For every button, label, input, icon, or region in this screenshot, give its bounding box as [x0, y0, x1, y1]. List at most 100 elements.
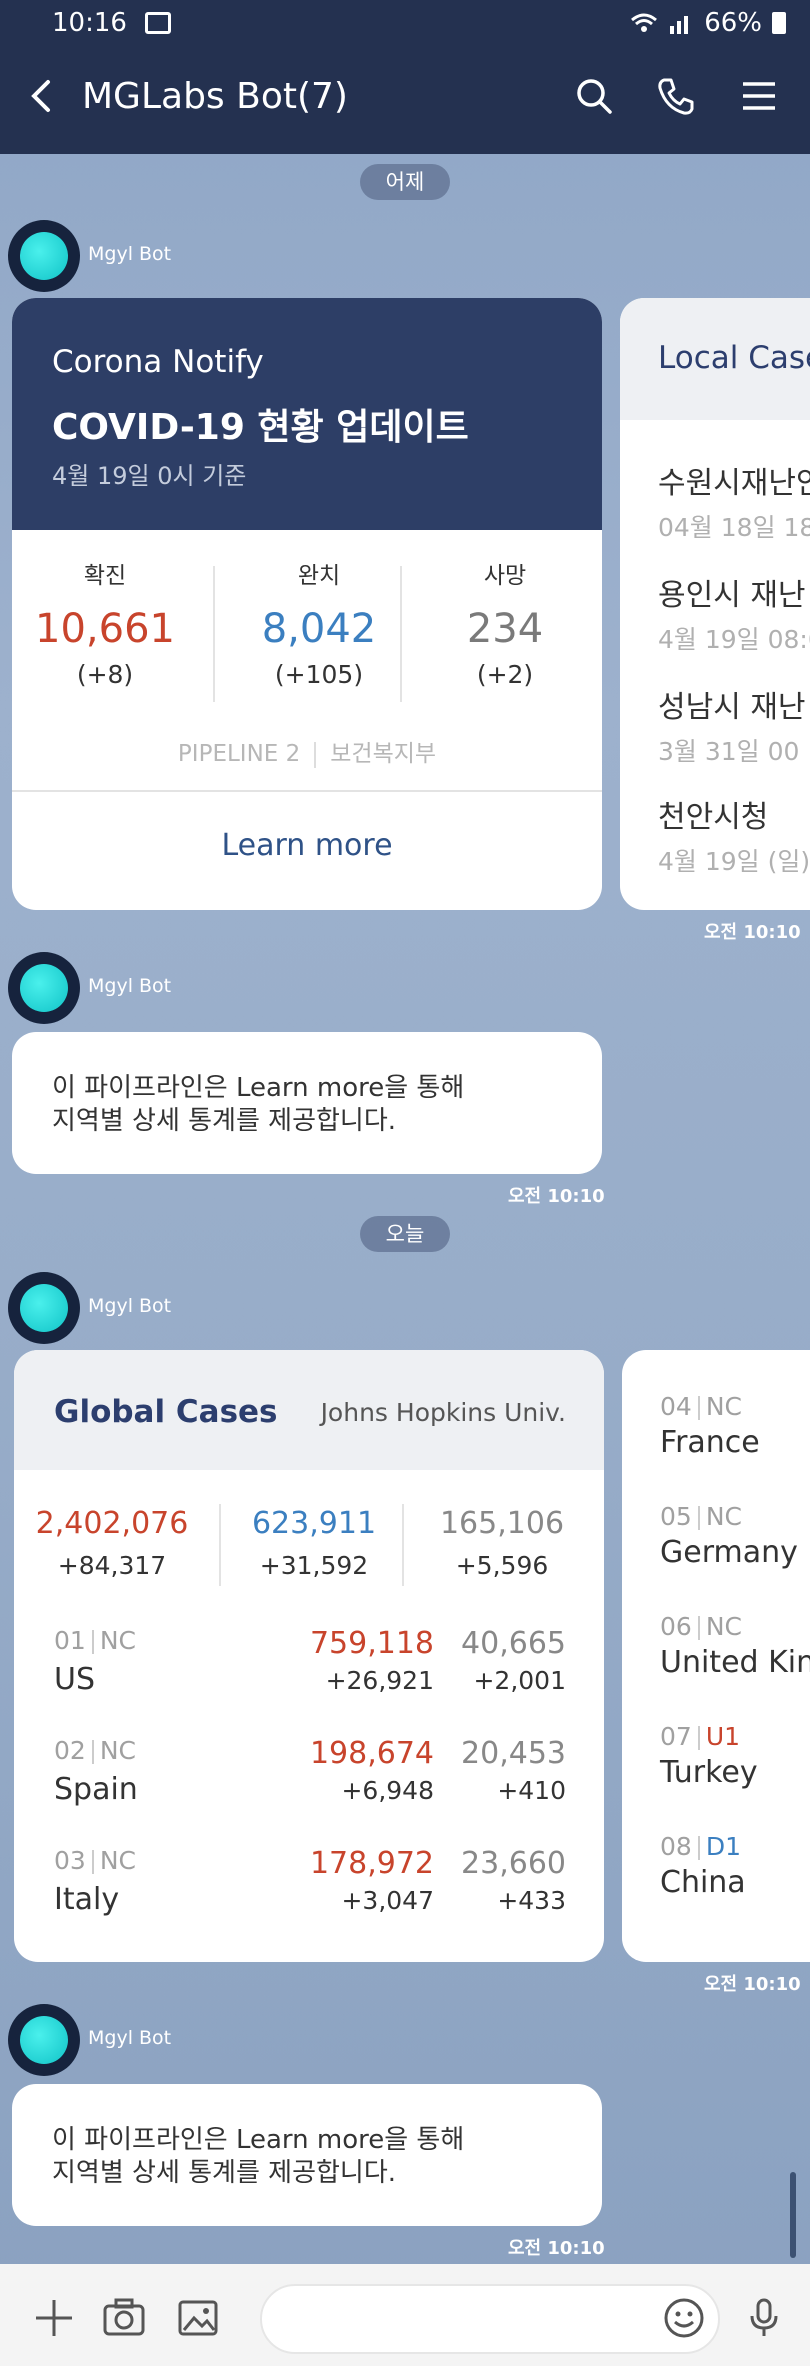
emoji-icon[interactable] [662, 2296, 706, 2340]
status-time: 10:16 [52, 8, 127, 38]
country-deaths: 40,665 [461, 1626, 566, 1661]
global-card-source: Johns Hopkins Univ. [320, 1398, 566, 1427]
bot-avatar[interactable] [8, 2004, 80, 2076]
plus-icon[interactable] [32, 2296, 76, 2340]
local-item-date: 4월 19일 (일) [658, 847, 810, 876]
learn-more-button[interactable]: Learn more [12, 828, 602, 863]
country-deaths-delta: +433 [497, 1886, 566, 1915]
avatar-image [20, 1284, 68, 1332]
message-input[interactable] [260, 2284, 720, 2354]
country-name: Turkey [660, 1755, 758, 1790]
back-arrow-icon[interactable] [22, 76, 62, 116]
country-name: United Kin [660, 1645, 810, 1680]
summary-value: 623,911 [251, 1506, 377, 1541]
local-item-name: 성남시 재난 [658, 690, 806, 725]
menu-icon[interactable] [737, 74, 781, 118]
image-icon[interactable] [176, 2296, 220, 2340]
phone-icon[interactable] [654, 74, 698, 118]
stat-delta: (+105) [274, 660, 364, 689]
signal-icon [670, 16, 689, 34]
message-text: 이 파이프라인은 Learn more을 통해 [52, 2125, 465, 2155]
country-row[interactable]: 01 NC US 759,118 +26,921 40,665 +2,001 [14, 1626, 604, 1716]
search-icon[interactable] [572, 74, 616, 118]
bot-avatar[interactable] [8, 220, 80, 292]
date-separator: 어제 [360, 164, 450, 200]
divider [402, 1504, 404, 1586]
local-item-date: 4월 19일 08:0 [658, 625, 810, 654]
country-name: US [54, 1662, 96, 1697]
pipeline-label: PIPELINE 2 [177, 741, 301, 767]
message-timestamp: 오전 10:10 [704, 1974, 801, 1995]
country-deaths-delta: +410 [497, 1776, 566, 1805]
divider [400, 566, 402, 702]
corona-notify-card[interactable]: Corona Notify COVID-19 현황 업데이트 4월 19일 0시… [12, 298, 602, 910]
microphone-icon[interactable] [742, 2296, 786, 2340]
global-summary-confirmed: 2,402,076 +84,317 [22, 1506, 202, 1580]
date-separator: 오늘 [360, 1216, 450, 1252]
country-row[interactable]: 06 NC United Kin [660, 1612, 810, 1680]
chat-header: MGLabs Bot(7) [0, 46, 810, 154]
local-item[interactable]: 용인시 재난 4월 19일 08:0 [658, 570, 810, 656]
country-name: France [660, 1425, 760, 1460]
message-bubble: 이 파이프라인은 Learn more을 통해 지역별 상세 통계를 제공합니다… [12, 2084, 602, 2226]
avatar-image [20, 964, 68, 1012]
card-headline: COVID-19 현황 업데이트 [52, 407, 469, 448]
global-card-title: Global Cases [54, 1394, 278, 1430]
summary-value: 2,402,076 [35, 1506, 189, 1541]
local-item-name: 천안시청 [658, 800, 769, 835]
country-cases-delta: +26,921 [325, 1666, 434, 1695]
country-row[interactable]: 02 NC Spain 198,674 +6,948 20,453 +410 [14, 1736, 604, 1826]
avatar-image [20, 232, 68, 280]
country-rank: 06 NC [660, 1612, 742, 1641]
scrollbar[interactable] [790, 2172, 796, 2258]
country-row[interactable]: 05 NC Germany [660, 1502, 798, 1570]
sender-name: Mgyl Bot [88, 1295, 172, 1317]
country-cases-delta: +6,948 [341, 1776, 434, 1805]
local-card-title: Local Case [658, 340, 810, 376]
bot-avatar[interactable] [8, 1272, 80, 1344]
wifi-icon [631, 13, 658, 32]
local-item-date: 04월 18일 18 [658, 513, 810, 542]
global-cases-card-2[interactable]: 04 NC France 05 NC Germany 06 NC United Kin… [622, 1350, 810, 1962]
card-source: PIPELINE 2 보건복지부 [12, 734, 602, 768]
battery-icon [772, 12, 786, 34]
stat-label: 사망 [483, 563, 527, 589]
stat-label: 확진 [83, 563, 127, 589]
country-row[interactable]: 03 NC Italy 178,972 +3,047 23,660 +433 [14, 1846, 604, 1936]
local-cases-card[interactable]: Local Case 수원시재난안 04월 18일 18 용인시 재난 4월 1… [620, 298, 810, 910]
card-subtitle: 4월 19일 0시 기준 [52, 462, 247, 490]
local-item[interactable]: 천안시청 4월 19일 (일) [658, 792, 810, 878]
local-item[interactable]: 성남시 재난 3월 31일 00 : [658, 682, 810, 768]
camera-icon[interactable] [102, 2296, 146, 2340]
stat-value: 234 [466, 606, 544, 652]
message-timestamp: 오전 10:10 [508, 1186, 605, 1207]
message-timestamp: 오전 10:10 [704, 922, 801, 943]
country-rank: 02 NC [54, 1736, 136, 1765]
message-input-bar [0, 2264, 810, 2366]
stat-recovered: 완치 8,042 (+105) [226, 556, 412, 689]
summary-delta: +84,317 [57, 1551, 167, 1580]
country-row[interactable]: 04 NC France [660, 1392, 760, 1460]
country-rank: 04 NC [660, 1392, 742, 1421]
country-rank: 01 NC [54, 1626, 136, 1655]
sender-name: Mgyl Bot [88, 243, 172, 265]
country-row[interactable]: 08 D1 China [660, 1832, 746, 1900]
message-bubble: 이 파이프라인은 Learn more을 통해 지역별 상세 통계를 제공합니다… [12, 1032, 602, 1174]
summary-delta: +5,596 [455, 1551, 549, 1580]
message-timestamp: 오전 10:10 [508, 2238, 605, 2259]
bot-avatar[interactable] [8, 952, 80, 1024]
message-text: 지역별 상세 통계를 제공합니다. [52, 1106, 397, 1136]
country-row[interactable]: 07 U1 Turkey [660, 1722, 758, 1790]
stat-label: 완치 [297, 563, 341, 589]
stat-confirmed: 확진 10,661 (+8) [12, 556, 198, 689]
global-summary-deaths: 165,106 +5,596 [412, 1506, 592, 1580]
local-item[interactable]: 수원시재난안 04월 18일 18 [658, 458, 810, 544]
country-cases: 178,972 [309, 1846, 434, 1881]
stat-delta: (+2) [476, 660, 534, 689]
country-deaths-delta: +2,001 [473, 1666, 566, 1695]
country-name: Spain [54, 1772, 138, 1807]
summary-value: 165,106 [439, 1506, 565, 1541]
country-cases: 759,118 [309, 1626, 434, 1661]
source-label: 보건복지부 [330, 741, 437, 767]
global-cases-card[interactable]: Global Cases Johns Hopkins Univ. 2,402,0… [14, 1350, 604, 1962]
